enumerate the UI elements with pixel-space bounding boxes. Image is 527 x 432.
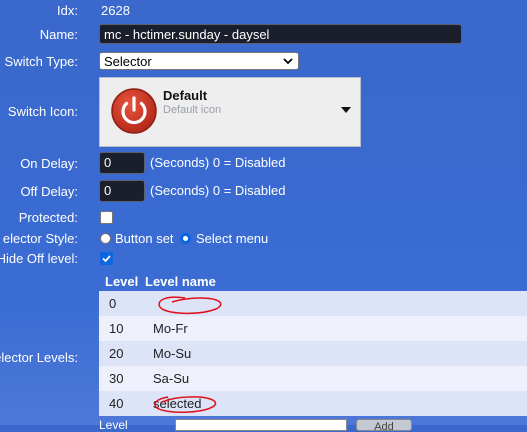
radio-select-menu-label: Select menu — [196, 231, 269, 246]
table-row[interactable]: 30 Sa-Su — [99, 366, 527, 391]
icon-title: Default — [163, 88, 208, 103]
selector-style-label: elector Style: — [2, 231, 78, 246]
level-name: Mo-Fr — [153, 321, 188, 336]
radio-select-menu[interactable] — [180, 233, 191, 244]
level-value: 20 — [109, 346, 124, 361]
power-icon — [111, 88, 157, 134]
levels-header-name: Level name — [145, 274, 216, 289]
levels-header-level: Level — [105, 274, 139, 289]
radio-button-set[interactable] — [100, 233, 111, 244]
protected-label: Protected: — [18, 210, 78, 225]
switch-icon-select[interactable]: Default Default icon — [99, 77, 361, 147]
chevron-down-icon — [283, 58, 293, 65]
level-name: Sa-Su — [153, 371, 190, 386]
table-row[interactable]: 20 Mo-Su — [99, 341, 527, 366]
caret-down-icon — [341, 107, 351, 113]
on-delay-input[interactable]: 0 — [99, 152, 145, 174]
level-value: 0 — [109, 296, 117, 311]
add-level-button[interactable]: Add — [356, 419, 412, 431]
icon-subtitle: Default icon — [163, 104, 222, 116]
switch-icon-label: Switch Icon: — [7, 104, 78, 119]
new-level-input[interactable] — [175, 419, 347, 431]
idx-value: 2628 — [101, 3, 130, 18]
off-delay-input[interactable]: 0 — [99, 180, 145, 202]
level-name: Mo-Su — [153, 346, 192, 361]
on-delay-label: On Delay: — [20, 156, 78, 171]
switch-type-label: Switch Type: — [4, 54, 78, 69]
on-delay-hint: (Seconds) 0 = Disabled — [150, 155, 286, 170]
name-input[interactable]: mc - hctimer.sunday - daysel — [99, 24, 462, 44]
red-circle-annotation — [154, 396, 217, 413]
name-label: Name: — [39, 27, 78, 42]
off-delay-label: Off Delay: — [20, 184, 78, 199]
hide-off-level-checkbox[interactable] — [100, 252, 113, 265]
level-value: 10 — [109, 321, 124, 336]
check-icon — [102, 255, 111, 263]
switch-type-value: Selector — [104, 54, 152, 69]
radio-button-set-label: Button set — [115, 231, 174, 246]
level-value: 30 — [109, 371, 124, 386]
red-circle-annotation — [158, 296, 222, 315]
off-delay-hint: (Seconds) 0 = Disabled — [150, 183, 286, 198]
protected-checkbox[interactable] — [100, 211, 113, 224]
level-value: 40 — [109, 396, 124, 411]
bottom-level-label: Level — [99, 418, 128, 432]
selector-levels-label: elector Levels: — [0, 350, 78, 365]
switch-type-select[interactable]: Selector — [99, 52, 299, 70]
hide-off-level-label: Hide Off level: — [0, 251, 78, 266]
idx-label: Idx: — [57, 3, 78, 18]
